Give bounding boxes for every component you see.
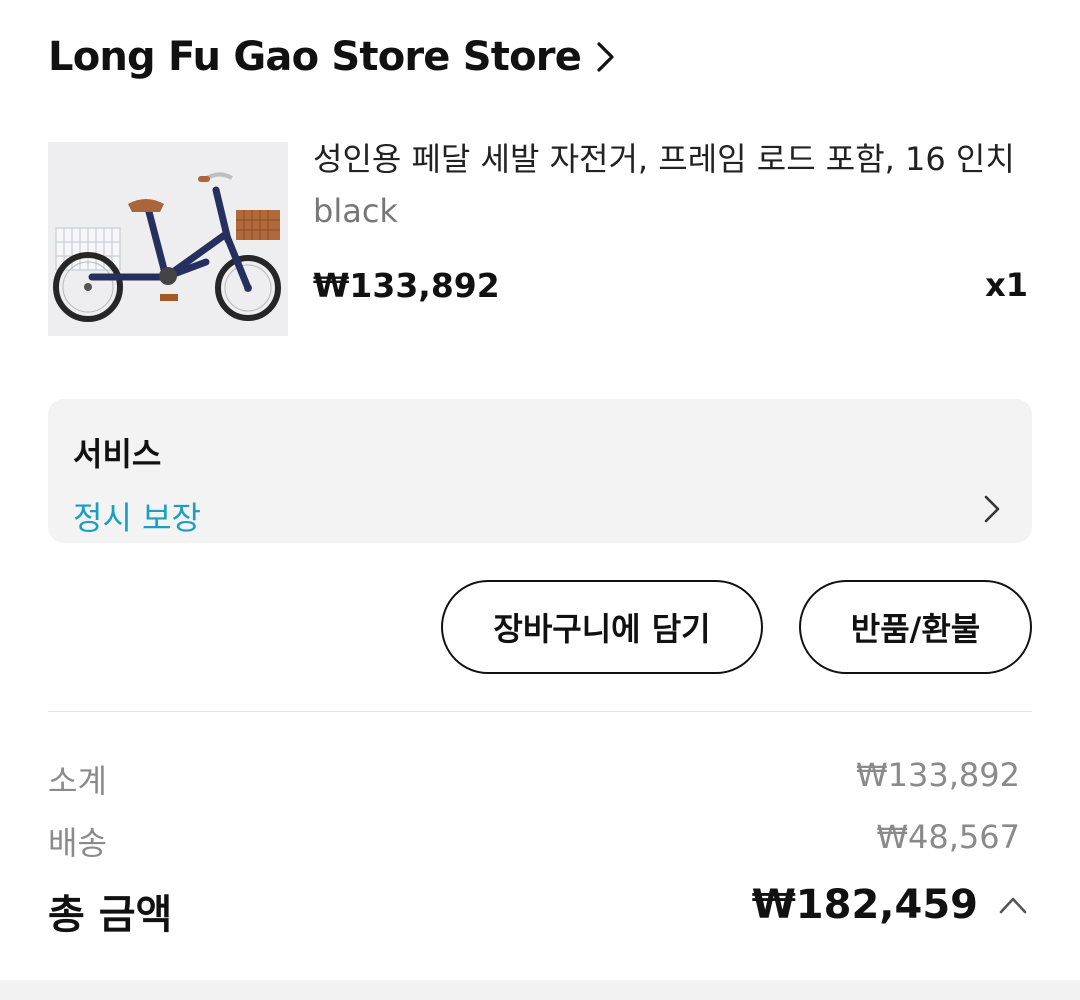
service-value: 정시 보장 <box>73 499 201 537</box>
product-thumbnail[interactable] <box>48 142 288 336</box>
total-label: 총 금액 <box>48 892 173 938</box>
product-price: ₩133,892 <box>313 266 500 305</box>
add-to-cart-button[interactable]: 장바구니에 담기 <box>441 580 763 674</box>
service-card[interactable]: 서비스 정시 보장 <box>48 399 1032 543</box>
shipping-value: ₩48,567 <box>876 818 1020 856</box>
return-refund-button[interactable]: 반품/환불 <box>799 580 1032 674</box>
store-name: Long Fu Gao Store Store <box>48 34 582 80</box>
store-link[interactable]: Long Fu Gao Store Store <box>48 34 617 80</box>
chevron-right-icon <box>984 495 1000 523</box>
divider <box>48 711 1032 712</box>
total-value: ₩182,459 <box>751 882 978 928</box>
product-item[interactable]: 성인용 페달 세발 자전거, 프레임 로드 포함, 16 인치 black ₩1… <box>48 134 1032 338</box>
tricycle-image <box>48 142 288 336</box>
subtotal-label: 소계 <box>48 762 107 800</box>
service-label: 서비스 <box>73 435 162 473</box>
product-title[interactable]: 성인용 페달 세발 자전거, 프레임 로드 포함, 16 인치 <box>313 134 1028 180</box>
subtotal-value: ₩133,892 <box>856 756 1020 794</box>
product-variant: black <box>313 192 398 230</box>
shipping-label: 배송 <box>48 824 107 862</box>
chevron-up-icon[interactable] <box>998 894 1028 916</box>
total-row[interactable]: 총 금액 ₩182,459 <box>48 882 1032 938</box>
chevron-right-icon <box>597 42 614 72</box>
product-quantity: x1 <box>985 266 1028 304</box>
bottom-bar-edge <box>0 980 1080 1000</box>
order-detail-page: Long Fu Gao Store Store 성인용 페달 세발 자전거, 프… <box>0 0 1080 1000</box>
